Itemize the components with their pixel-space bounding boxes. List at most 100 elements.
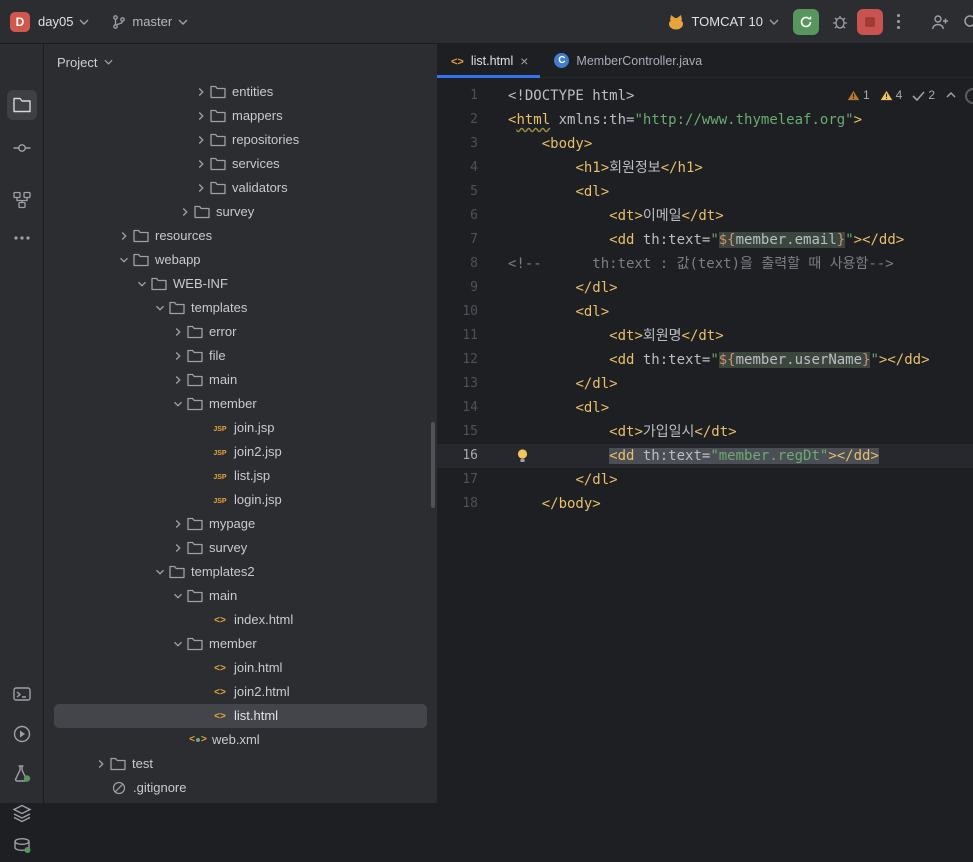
tree-row--gitignore[interactable]: .gitignore — [54, 776, 427, 800]
tree-row-main[interactable]: main — [54, 368, 427, 392]
line-number[interactable]: 5 — [437, 180, 478, 204]
chevron-expanded-icon[interactable] — [170, 588, 186, 604]
services-tool-button[interactable] — [7, 719, 37, 749]
tree-row-main[interactable]: main — [54, 584, 427, 608]
tree-row-survey[interactable]: survey — [54, 536, 427, 560]
code-line-6[interactable]: 6 <dt>이메일</dt> — [437, 204, 973, 228]
tree-row-file[interactable]: file — [54, 344, 427, 368]
error-indicator[interactable]: 1 — [847, 88, 870, 102]
panel-scrollbar[interactable] — [431, 422, 435, 508]
project-selector[interactable]: day05 — [38, 14, 73, 29]
debug-button[interactable] — [831, 13, 849, 31]
code-line-2[interactable]: 2 <html xmlns:th="http://www.thymeleaf.or… — [437, 108, 973, 132]
tree-row-templates2[interactable]: templates2 — [54, 560, 427, 584]
more-actions-button[interactable] — [897, 13, 900, 31]
code-line-12[interactable]: 12 <dd th:text="${member.userName}"></dd… — [437, 348, 973, 372]
chevron-collapsed-icon[interactable] — [193, 156, 209, 172]
line-number[interactable]: 2 — [437, 108, 478, 132]
tree-row-entities[interactable]: entities — [54, 80, 427, 104]
line-number[interactable]: 17 — [437, 468, 478, 492]
tree-row-mappers[interactable]: mappers — [54, 104, 427, 128]
chevron-collapsed-icon[interactable] — [116, 228, 132, 244]
tab-membercontroller-java[interactable]: MemberController.java — [540, 44, 721, 77]
branch-selector[interactable]: master — [132, 14, 172, 29]
code-line-14[interactable]: 14 <dl> — [437, 396, 973, 420]
chevron-expanded-icon[interactable] — [170, 636, 186, 652]
chevron-expanded-icon[interactable] — [116, 252, 132, 268]
chevron-collapsed-icon[interactable] — [170, 540, 186, 556]
chevron-collapsed-icon[interactable] — [170, 348, 186, 364]
code-line-7[interactable]: 7 <dd th:text="${member.email}"></dd> — [437, 228, 973, 252]
chevron-collapsed-icon[interactable] — [177, 204, 193, 220]
tree-row-webapp[interactable]: webapp — [54, 248, 427, 272]
line-number[interactable]: 18 — [437, 492, 478, 516]
chevron-expanded-icon[interactable] — [134, 276, 150, 292]
inspections-widget[interactable]: 1 4 2 — [847, 88, 957, 102]
code-line-18[interactable]: 18 </body> — [437, 492, 973, 516]
line-number[interactable]: 11 — [437, 324, 478, 348]
line-number[interactable]: 15 — [437, 420, 478, 444]
line-number[interactable]: 8 — [437, 252, 478, 276]
tree-row-web-inf[interactable]: WEB-INF — [54, 272, 427, 296]
line-number[interactable]: 3 — [437, 132, 478, 156]
line-number[interactable]: 6 — [437, 204, 478, 228]
warning-indicator[interactable]: 4 — [880, 88, 902, 102]
database-tool-button[interactable] — [7, 832, 37, 862]
chevron-collapsed-icon[interactable] — [193, 84, 209, 100]
chevron-expanded-icon[interactable] — [170, 396, 186, 412]
line-number[interactable]: 4 — [437, 156, 478, 180]
code-line-10[interactable]: 10 <dl> — [437, 300, 973, 324]
tree-row-join2-html[interactable]: join2.html — [54, 680, 427, 704]
line-number[interactable]: 9 — [437, 276, 478, 300]
tree-row-index-html[interactable]: index.html — [54, 608, 427, 632]
tree-row-survey[interactable]: survey — [54, 200, 427, 224]
tree-row-join2-jsp[interactable]: join2.jsp — [54, 440, 427, 464]
tree-row-templates[interactable]: templates — [54, 296, 427, 320]
tree-row-validators[interactable]: validators — [54, 176, 427, 200]
tree-row-mypage[interactable]: mypage — [54, 512, 427, 536]
code-line-15[interactable]: 15 <dt>가입일시</dt> — [437, 420, 973, 444]
tree-row-resources[interactable]: resources — [54, 224, 427, 248]
tree-row-error[interactable]: error — [54, 320, 427, 344]
tree-row-web-xml[interactable]: web.xml — [54, 728, 427, 752]
chevron-collapsed-icon[interactable] — [193, 108, 209, 124]
chevron-collapsed-icon[interactable] — [170, 516, 186, 532]
tree-row-login-jsp[interactable]: login.jsp — [54, 488, 427, 512]
project-tool-button[interactable] — [7, 90, 37, 120]
line-number[interactable]: 13 — [437, 372, 478, 396]
line-number[interactable]: 14 — [437, 396, 478, 420]
chevron-collapsed-icon[interactable] — [170, 372, 186, 388]
line-number[interactable]: 10 — [437, 300, 478, 324]
code-line-17[interactable]: 17 </dl> — [437, 468, 973, 492]
terminal-tool-button[interactable] — [7, 679, 37, 709]
code-line-8[interactable]: 8 <!-- th:text : 값(text)을 출력할 때 사용함--> — [437, 252, 973, 276]
chevron-collapsed-icon[interactable] — [93, 756, 109, 772]
stop-button[interactable] — [857, 8, 883, 35]
chevron-collapsed-icon[interactable] — [193, 132, 209, 148]
intention-bulb-icon[interactable] — [516, 448, 529, 464]
tree-row-services[interactable]: services — [54, 152, 427, 176]
chevron-collapsed-icon[interactable] — [170, 324, 186, 340]
structure-tool-button[interactable] — [7, 185, 37, 215]
add-user-button[interactable] — [930, 13, 950, 31]
more-tools-button[interactable] — [7, 223, 37, 253]
weak-warning-indicator[interactable]: 2 — [912, 88, 935, 102]
tree-row-member[interactable]: member — [54, 392, 427, 416]
code-line-16[interactable]: 16 <dd th:text="member.regDt"></dd> — [437, 444, 973, 468]
chevron-expanded-icon[interactable] — [152, 564, 168, 580]
tree-row-join-html[interactable]: join.html — [54, 656, 427, 680]
code-line-4[interactable]: 4 <h1>회원정보</h1> — [437, 156, 973, 180]
code-area[interactable]: 1 <!DOCTYPE html> 2 <html xmlns:th="http://… — [437, 79, 973, 803]
chevron-expanded-icon[interactable] — [152, 300, 168, 316]
tree-row-repositories[interactable]: repositories — [54, 128, 427, 152]
tab-list-html[interactable]: list.html — [437, 44, 541, 78]
run-tests-tool-button[interactable] — [7, 758, 37, 788]
collapse-inspections-icon[interactable] — [945, 91, 957, 99]
tree-row-test[interactable]: test — [54, 752, 427, 776]
tree-row-list-jsp[interactable]: list.jsp — [54, 464, 427, 488]
run-config-selector[interactable]: TOMCAT 10 — [691, 14, 763, 29]
project-panel-title[interactable]: Project — [57, 55, 97, 70]
code-line-5[interactable]: 5 <dl> — [437, 180, 973, 204]
code-line-13[interactable]: 13 </dl> — [437, 372, 973, 396]
code-line-3[interactable]: 3 <body> — [437, 132, 973, 156]
